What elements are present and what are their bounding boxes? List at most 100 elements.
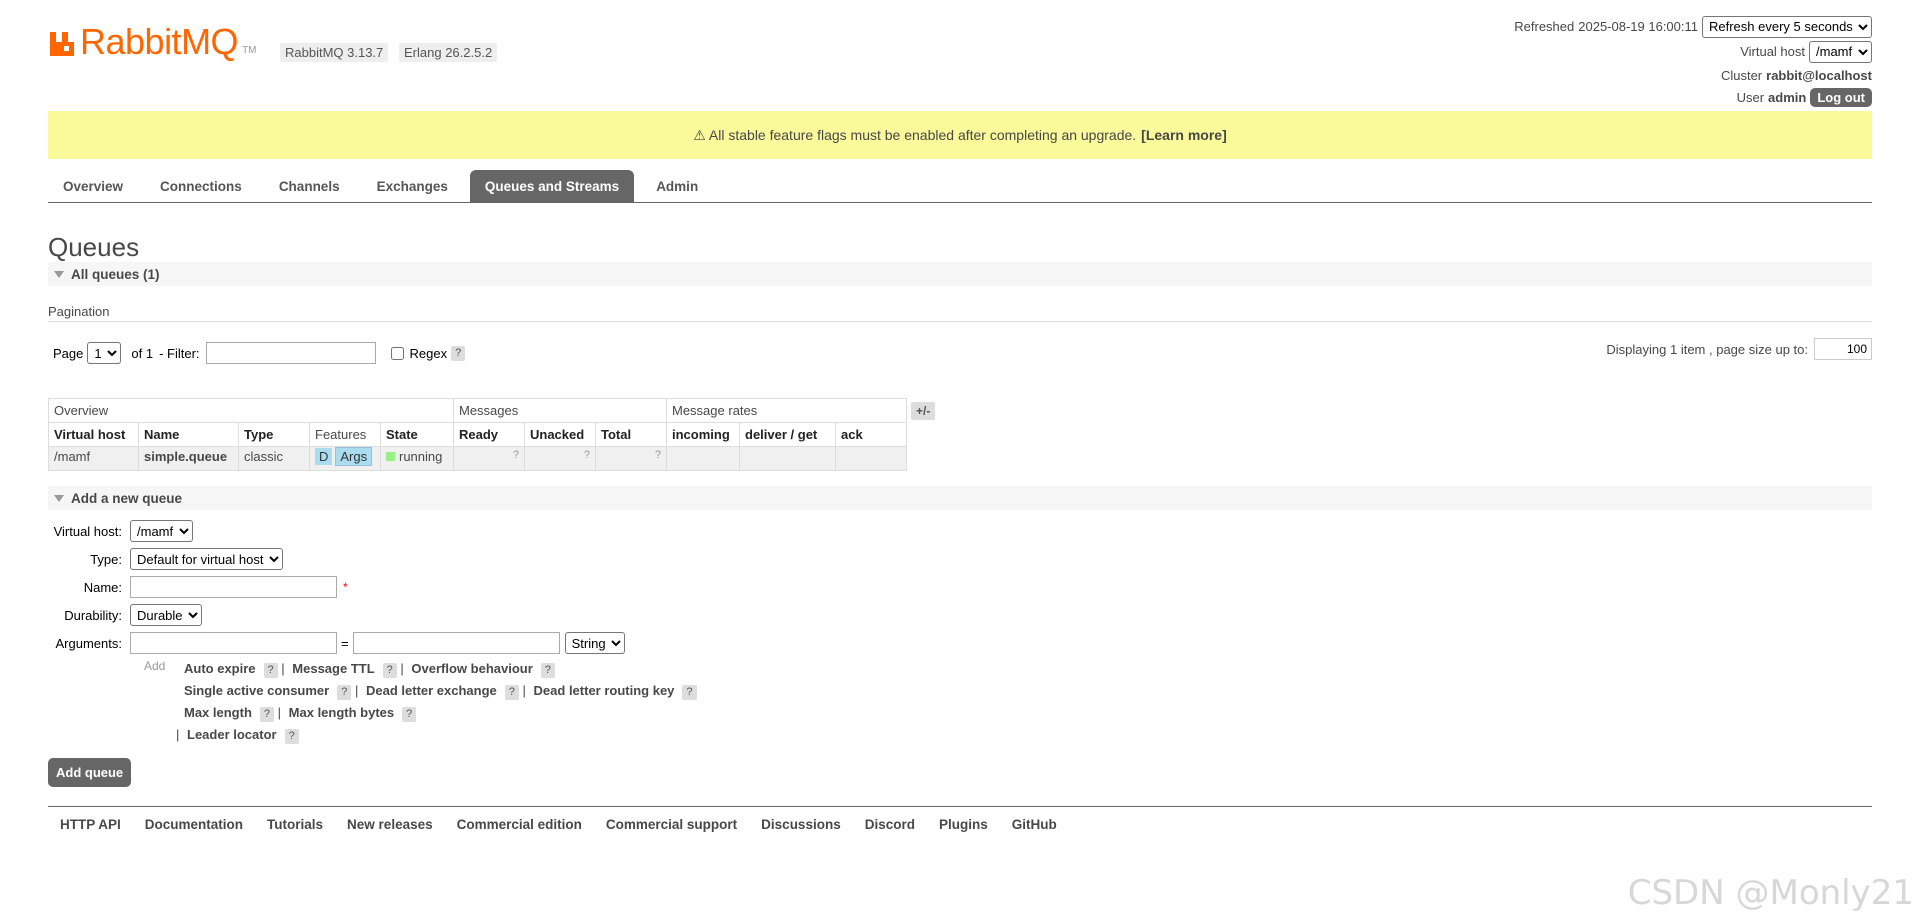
col-name[interactable]: Name xyxy=(138,422,239,447)
table-row[interactable]: /mamf simple.queue classic D Args running… xyxy=(48,446,941,471)
rabbitmq-logo[interactable]: RabbitMQ TM xyxy=(48,24,257,60)
arg-single-active-consumer[interactable]: Single active consumer xyxy=(184,683,329,698)
group-messages: Messages xyxy=(453,398,667,423)
regex-help-icon[interactable]: ? xyxy=(451,345,466,361)
tab-admin[interactable]: Admin xyxy=(641,170,713,202)
logout-button[interactable]: Log out xyxy=(1810,87,1872,107)
footer-link-plugins[interactable]: Plugins xyxy=(939,817,988,832)
help-icon[interactable]: ? xyxy=(504,685,519,700)
help-icon[interactable]: ? xyxy=(263,663,278,678)
col-incoming[interactable]: incoming xyxy=(666,422,740,447)
help-icon[interactable]: ? xyxy=(682,685,697,700)
arguments-form-row: Arguments: = String xyxy=(48,630,625,656)
durability-select[interactable]: Durable xyxy=(130,604,202,626)
equals-sign: = xyxy=(341,635,349,651)
col-total[interactable]: Total xyxy=(595,422,667,447)
page-of-label: of 1 xyxy=(131,345,154,361)
required-marker: * xyxy=(343,580,348,594)
page-label: Page xyxy=(53,345,84,361)
cell-total: ? xyxy=(595,446,667,471)
queue-type-select[interactable]: Default for virtual host xyxy=(130,548,283,570)
state-text: running xyxy=(399,449,443,464)
add-queue-title: Add a new queue xyxy=(71,490,183,506)
learn-more-link[interactable]: [Learn more] xyxy=(1141,127,1227,143)
arg-dead-letter-routing-key[interactable]: Dead letter routing key xyxy=(534,683,675,698)
footer-link-tutorials[interactable]: Tutorials xyxy=(267,817,323,832)
col-ack[interactable]: ack xyxy=(835,422,907,447)
type-form-label: Type: xyxy=(90,551,122,567)
footer-links: HTTP API Documentation Tutorials New rel… xyxy=(48,806,1872,832)
help-icon[interactable]: ? xyxy=(337,685,352,700)
col-state[interactable]: State xyxy=(380,422,454,447)
tab-channels[interactable]: Channels xyxy=(264,170,355,202)
cell-features: D Args xyxy=(309,446,381,471)
all-queues-section-toggle[interactable]: All queues (1) xyxy=(48,262,1872,286)
cell-vhost: /mamf xyxy=(48,446,139,471)
add-queue-button[interactable]: Add queue xyxy=(48,758,132,787)
arg-message-ttl[interactable]: Message TTL xyxy=(292,661,374,676)
cluster-value: rabbit@localhost xyxy=(1766,67,1872,83)
footer-link-new-releases[interactable]: New releases xyxy=(347,817,433,832)
help-icon[interactable]: ? xyxy=(540,663,555,678)
filter-label: - Filter: xyxy=(159,345,200,361)
page-title: Queues xyxy=(48,232,140,262)
arg-auto-expire[interactable]: Auto expire xyxy=(184,661,256,676)
tab-queues-and-streams[interactable]: Queues and Streams xyxy=(469,170,635,202)
arg-shortcuts-row-4: | Leader locator? xyxy=(176,727,299,744)
help-icon[interactable]: ? xyxy=(382,663,397,678)
vhost-select[interactable]: /mamf xyxy=(1809,40,1872,63)
footer-link-github[interactable]: GitHub xyxy=(1012,817,1057,832)
tab-overview[interactable]: Overview xyxy=(48,170,138,202)
col-features: Features xyxy=(309,422,381,447)
cell-queue-name[interactable]: simple.queue xyxy=(138,446,239,471)
vhost-form-select[interactable]: /mamf xyxy=(130,520,193,542)
regex-checkbox[interactable] xyxy=(390,346,404,360)
footer-link-discord[interactable]: Discord xyxy=(865,817,915,832)
user-label: User xyxy=(1736,89,1765,105)
help-icon[interactable]: ? xyxy=(259,707,275,722)
tab-connections[interactable]: Connections xyxy=(145,170,257,202)
rabbitmq-version: RabbitMQ 3.13.7 xyxy=(280,43,389,62)
argument-value-input[interactable] xyxy=(352,632,560,654)
cell-ready: ? xyxy=(453,446,525,471)
arg-max-length[interactable]: Max length xyxy=(184,705,252,720)
feature-flags-banner: ⚠ All stable feature flags must be enabl… xyxy=(48,111,1872,159)
queue-name-link[interactable]: simple.queue xyxy=(144,449,227,464)
page-select[interactable]: 1 xyxy=(87,342,122,364)
footer-link-http-api[interactable]: HTTP API xyxy=(60,817,121,832)
queue-name-input[interactable] xyxy=(130,576,337,598)
col-virtual-host[interactable]: Virtual host xyxy=(48,422,139,447)
cell-state: running xyxy=(380,446,454,471)
feature-args-badge[interactable]: Args xyxy=(335,447,373,466)
help-icon[interactable]: ? xyxy=(284,729,299,744)
vhost-label: Virtual host xyxy=(1740,44,1805,59)
arg-shortcuts-row-2: Single active consumer? | Dead letter ex… xyxy=(180,683,697,700)
col-type[interactable]: Type xyxy=(238,422,310,447)
col-deliver-get[interactable]: deliver / get xyxy=(739,422,836,447)
arg-shortcuts-row-3: Max length? | Max length bytes? xyxy=(180,705,417,722)
arg-dead-letter-exchange[interactable]: Dead letter exchange xyxy=(366,683,497,698)
refresh-interval-select[interactable]: Refresh every 5 seconds xyxy=(1702,15,1872,38)
footer-link-discussions[interactable]: Discussions xyxy=(761,817,841,832)
running-status-icon xyxy=(386,452,395,461)
argument-type-select[interactable]: String xyxy=(564,632,625,654)
col-unacked[interactable]: Unacked xyxy=(524,422,596,447)
tab-exchanges[interactable]: Exchanges xyxy=(362,170,463,202)
arg-overflow-behaviour[interactable]: Overflow behaviour xyxy=(411,661,532,676)
filter-input[interactable] xyxy=(205,342,376,364)
all-queues-label: All queues (1) xyxy=(71,266,160,282)
column-toggle-button[interactable]: +/- xyxy=(911,402,936,420)
argument-key-input[interactable] xyxy=(130,632,337,654)
arg-leader-locator[interactable]: Leader locator xyxy=(187,727,277,742)
arg-max-length-bytes[interactable]: Max length bytes xyxy=(289,705,394,720)
regex-label: Regex xyxy=(409,345,448,361)
help-icon[interactable]: ? xyxy=(402,707,417,722)
queues-table-wrap: Overview Messages Message rates +/- Virt… xyxy=(48,398,941,471)
footer-link-commercial-support[interactable]: Commercial support xyxy=(606,817,737,832)
page-size-input[interactable] xyxy=(1814,338,1872,360)
pagination-title: Pagination xyxy=(48,304,1872,322)
col-ready[interactable]: Ready xyxy=(453,422,525,447)
footer-link-documentation[interactable]: Documentation xyxy=(145,817,243,832)
add-queue-section-toggle[interactable]: Add a new queue xyxy=(48,486,1872,510)
footer-link-commercial-edition[interactable]: Commercial edition xyxy=(457,817,582,832)
